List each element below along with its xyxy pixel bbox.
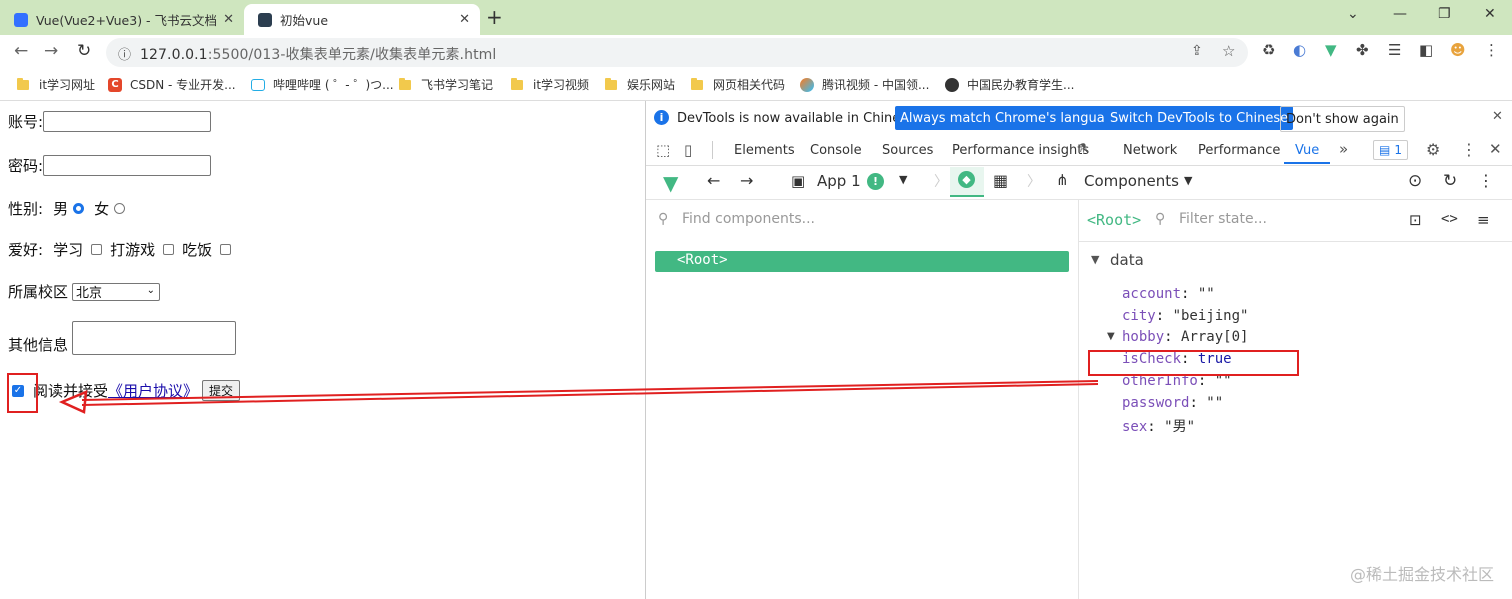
annotation-arrow <box>58 380 1099 414</box>
arrow-line-upper <box>81 380 1099 401</box>
watermark: @稀土掘金技术社区 <box>1349 565 1494 584</box>
arrow-head <box>58 390 88 414</box>
arrow-line-lower <box>81 383 1099 406</box>
